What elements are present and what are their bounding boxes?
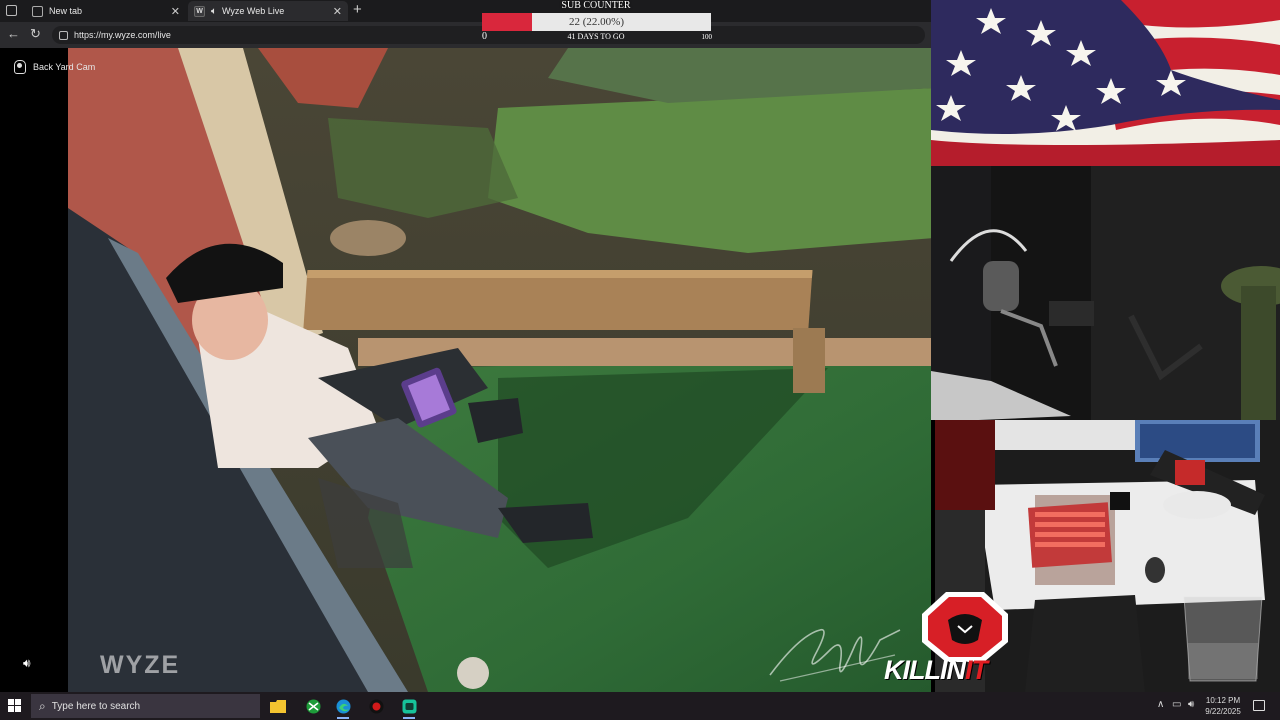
wordmark-left: KILLIN <box>884 655 966 685</box>
camera-feed[interactable] <box>68 48 934 692</box>
windows-start-icon[interactable] <box>8 699 21 712</box>
killinit-wordmark: KILLINIT <box>884 655 988 686</box>
new-tab-button[interactable]: + <box>353 2 362 18</box>
volume-tray-icon[interactable]: 🔊︎ <box>1188 699 1194 710</box>
wyze-favicon-icon: W <box>194 5 205 17</box>
backyard-scene <box>68 48 934 692</box>
windows-taskbar: ⌕ Type here to search ∧ ▭ 🔊︎ 10:12 PM 9/… <box>0 692 1280 720</box>
glass-overlay <box>1183 596 1263 682</box>
obs-studio-icon[interactable] <box>366 696 386 716</box>
camera-title: Back Yard Cam <box>14 60 95 74</box>
tab-new-tab[interactable]: New tab ✕ <box>26 1 186 21</box>
notification-center-icon[interactable] <box>1253 700 1265 711</box>
window-menu-icon[interactable] <box>6 5 17 16</box>
file-explorer-icon[interactable] <box>268 696 288 716</box>
desktop: New tab ✕ W 🔈︎ Wyze Web Live ✕ + ← ↻ htt… <box>0 0 1280 720</box>
close-icon[interactable]: ✕ <box>333 5 342 18</box>
sub-progress-bar: 22 (22.00%) <box>482 13 711 31</box>
sub-max-label: 100 <box>701 33 713 41</box>
close-icon[interactable]: ✕ <box>171 5 180 18</box>
streaming-app-icon[interactable] <box>399 696 419 719</box>
tab-label: Wyze Web Live <box>222 6 285 16</box>
room-webcam <box>931 166 1280 422</box>
american-flag <box>931 0 1280 166</box>
volume-icon[interactable]: 🔊︎ <box>23 656 31 671</box>
camera-icon <box>14 60 26 74</box>
site-info-icon[interactable] <box>59 30 68 40</box>
navigation-bar: ← ↻ https://my.wyze.com/live <box>0 22 931 48</box>
browser-window: New tab ✕ W 🔈︎ Wyze Web Live ✕ + ← ↻ htt… <box>0 0 934 692</box>
edge-browser-icon[interactable] <box>333 696 353 719</box>
search-icon: ⌕ <box>39 698 46 713</box>
clock-time: 10:12 PM <box>1205 696 1241 705</box>
flag-overlay <box>931 0 1280 166</box>
wyze-watermark: WYZE <box>100 651 181 679</box>
show-hidden-icons-chevron-icon[interactable]: ∧ <box>1157 699 1164 710</box>
days-to-go-text: 41 DAYS TO GO <box>567 32 625 41</box>
page-icon <box>32 5 43 17</box>
taskbar-search-box[interactable]: ⌕ Type here to search <box>31 694 260 718</box>
back-arrow-icon[interactable]: ← <box>7 27 20 41</box>
sub-counter-widget: SUB COUNTER 22 (22.00%) 0 41 DAYS TO GO … <box>480 0 712 44</box>
speaker-icon[interactable]: 🔈︎ <box>211 6 217 17</box>
system-clock[interactable]: 10:12 PM 9/22/2025 <box>1198 695 1248 717</box>
xbox-app-icon[interactable] <box>303 696 323 716</box>
killinit-logo-emblem <box>922 592 1008 662</box>
url-text: https://my.wyze.com/live <box>74 30 171 40</box>
room-scene <box>931 166 1280 422</box>
search-placeholder: Type here to search <box>51 700 141 712</box>
wordmark-right: IT <box>965 655 988 685</box>
tab-label: New tab <box>49 6 83 16</box>
refresh-icon[interactable]: ↻ <box>30 27 41 41</box>
sub-counter-title: SUB COUNTER <box>561 0 631 11</box>
network-icon[interactable]: ▭ <box>1172 699 1181 710</box>
tab-bar: New tab ✕ W 🔈︎ Wyze Web Live ✕ + <box>0 0 931 22</box>
camera-name: Back Yard Cam <box>33 62 96 72</box>
wyze-live-page: Back Yard Cam 🔊︎ WYZE <box>0 48 934 692</box>
sub-count-text: 22 (22.00%) <box>569 16 624 28</box>
clock-date: 9/22/2025 <box>1205 707 1241 716</box>
tab-wyze-web-live[interactable]: W 🔈︎ Wyze Web Live ✕ <box>188 1 348 21</box>
